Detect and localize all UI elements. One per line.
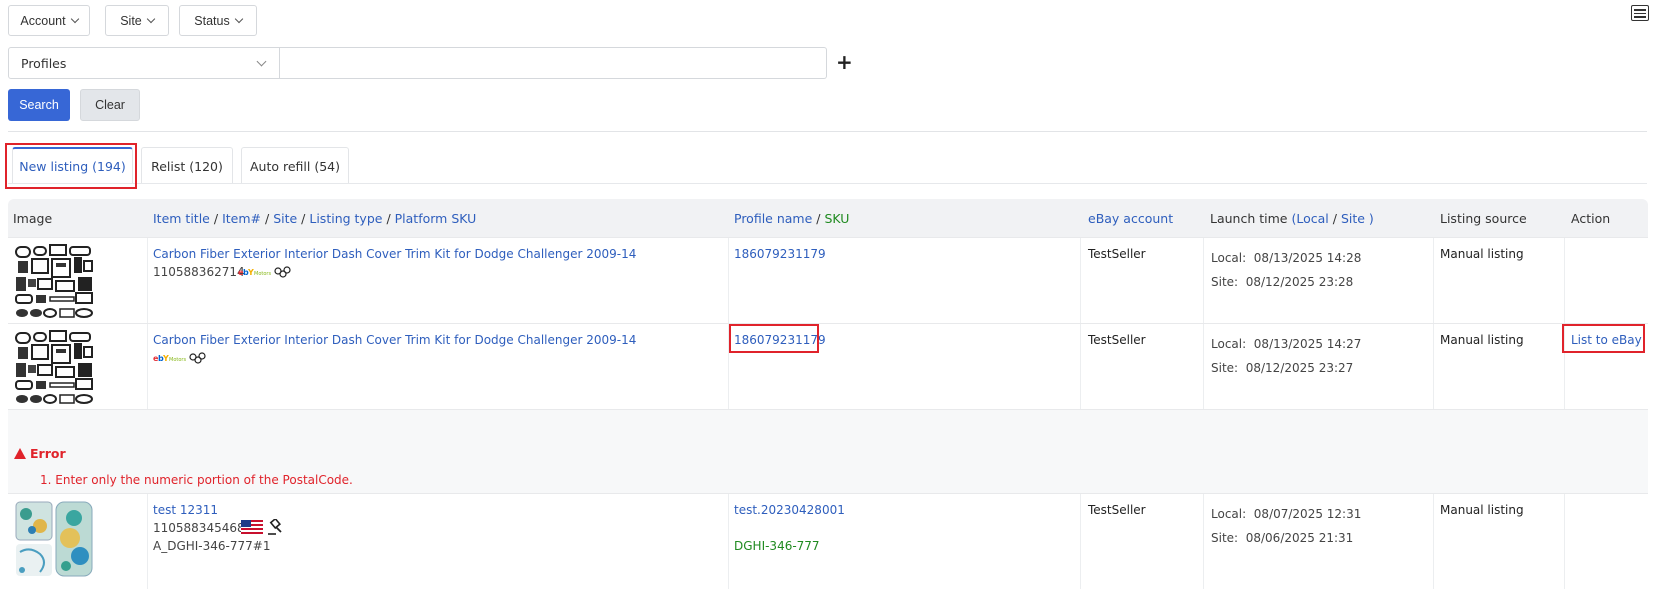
launch-time-local: Local: 08/07/2025 12:31 (1211, 507, 1362, 521)
header-ebay-account[interactable]: eBay account (1088, 211, 1173, 226)
product-thumbnail (15, 501, 93, 577)
site-filter-label: Site (120, 13, 142, 28)
tab-new-listing-label: New listing (194) (19, 159, 126, 174)
table-row: test 12311 110588345468 A_DGHI-346-777#1… (8, 493, 1648, 589)
svg-text:Y: Y (247, 268, 254, 277)
header-listing-source: Listing source (1440, 211, 1527, 226)
ebay-account: TestSeller (1088, 247, 1146, 261)
profiles-select-value: Profiles (21, 55, 67, 71)
us-flag-icon (241, 520, 263, 534)
ebay-account: TestSeller (1088, 333, 1146, 347)
list-view-icon[interactable] (1631, 5, 1649, 21)
status-filter-label: Status (194, 13, 230, 28)
profiles-select[interactable]: Profiles (8, 47, 280, 79)
platform-sku: A_DGHI-346-777#1 (153, 539, 271, 553)
tab-auto-refill[interactable]: Auto refill (54) (241, 147, 349, 184)
error-title: Error (14, 446, 66, 461)
list-to-ebay-link[interactable]: List to eBay (1571, 333, 1642, 347)
table-header: Image Item title / Item# / Site / Listin… (8, 199, 1648, 237)
account-filter-button[interactable]: Account (8, 5, 90, 36)
chevron-down-icon (146, 14, 156, 24)
table-row: Carbon Fiber Exterior Interior Dash Cove… (8, 237, 1648, 323)
header-profile-name: Profile name / SKU (734, 211, 850, 226)
profile-name-link[interactable]: 186079231179 (734, 247, 826, 261)
warning-triangle-icon (14, 448, 26, 459)
item-title-link[interactable]: test 12311 (153, 503, 218, 517)
header-image: Image (13, 211, 53, 226)
header-item-title: Item title / Item# / Site / Listing type… (153, 211, 477, 226)
site-filter-button[interactable]: Site (105, 5, 169, 36)
plus-icon[interactable]: + (836, 52, 853, 72)
header-action: Action (1571, 211, 1611, 226)
header-launch-time: Launch time (Local / Site ) (1210, 211, 1374, 226)
launch-time-site: Site: 08/12/2025 23:27 (1211, 361, 1354, 375)
chevron-down-icon (234, 14, 243, 24)
ebay-motors-logo: e b Y Motors (238, 266, 291, 278)
status-filter-button[interactable]: Status (179, 5, 257, 36)
launch-time-local: Local: 08/13/2025 14:27 (1211, 337, 1362, 351)
svg-text:Motors: Motors (254, 271, 271, 277)
listing-source: Manual listing (1440, 333, 1524, 347)
chevron-down-icon (70, 14, 79, 24)
launch-time-local: Local: 08/13/2025 14:28 (1211, 251, 1362, 265)
tabs-underline (8, 183, 1647, 184)
tab-new-listing[interactable]: New listing (194) (12, 147, 133, 184)
launch-time-site: Site: 08/12/2025 23:28 (1211, 275, 1354, 289)
error-row: Error 1. Enter only the numeric portion … (8, 409, 1648, 493)
item-title-link[interactable]: Carbon Fiber Exterior Interior Dash Cove… (153, 333, 636, 347)
product-thumbnail (15, 330, 93, 404)
profile-name-link[interactable]: test.20230428001 (734, 503, 845, 517)
listings-table: Image Item title / Item# / Site / Listin… (8, 199, 1648, 589)
item-title-link[interactable]: Carbon Fiber Exterior Interior Dash Cove… (153, 247, 636, 261)
tab-relist[interactable]: Relist (120) (141, 147, 233, 184)
listing-source: Manual listing (1440, 247, 1524, 261)
tab-auto-refill-label: Auto refill (54) (249, 158, 340, 174)
table-row: Carbon Fiber Exterior Interior Dash Cove… (8, 323, 1648, 409)
clear-button[interactable]: Clear (80, 89, 140, 121)
chevron-down-icon (256, 56, 267, 67)
divider (8, 131, 1647, 132)
svg-text:Motors: Motors (169, 357, 186, 363)
profile-name-link[interactable]: 186079231179 (734, 333, 826, 347)
tab-relist-label: Relist (120) (151, 158, 223, 174)
ebay-account: TestSeller (1088, 503, 1146, 517)
launch-time-site: Site: 08/06/2025 21:31 (1211, 531, 1354, 545)
search-input[interactable] (280, 47, 827, 79)
item-number: 110588345468 (153, 521, 245, 535)
listing-source: Manual listing (1440, 503, 1524, 517)
sku-value: DGHI-346-777 (734, 539, 820, 553)
svg-text:Y: Y (162, 354, 169, 363)
account-filter-label: Account (20, 13, 66, 28)
search-button[interactable]: Search (8, 89, 70, 121)
auction-gavel-icon (268, 519, 282, 535)
item-number: 110588362714 (153, 265, 245, 279)
ebay-motors-logo: e b Y Motors (153, 352, 206, 364)
product-thumbnail (15, 244, 93, 318)
error-message: 1. Enter only the numeric portion of the… (40, 473, 353, 487)
